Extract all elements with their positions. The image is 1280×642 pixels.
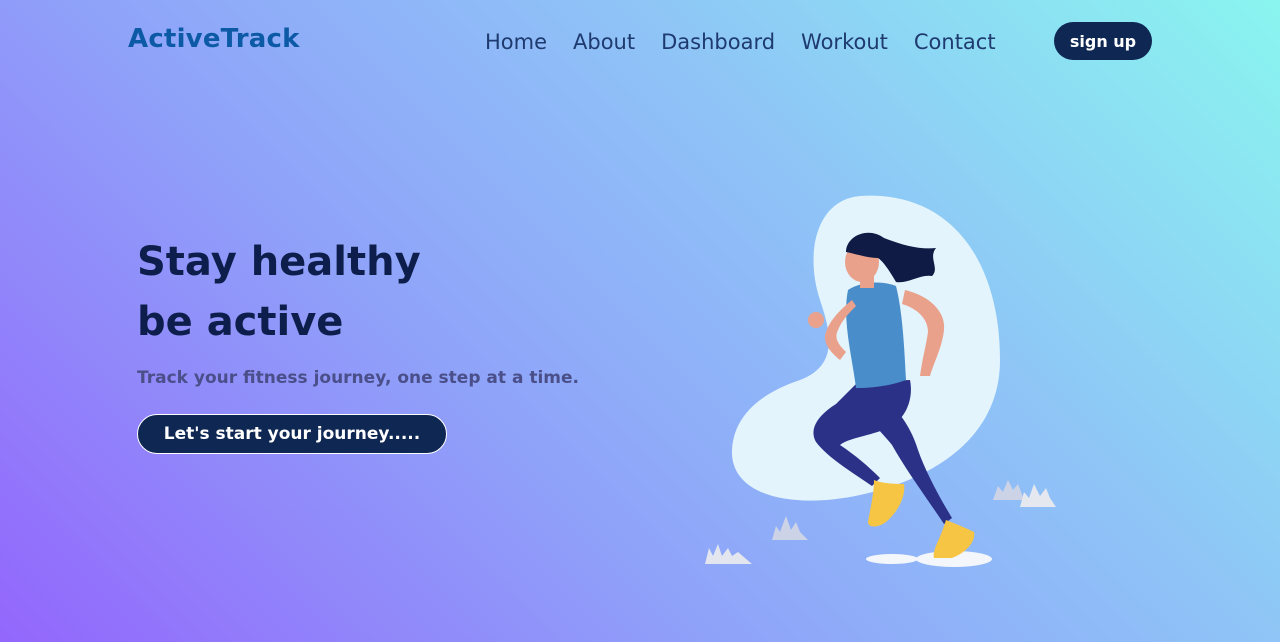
nav-links: Home About Dashboard Workout Contact [485, 30, 1022, 54]
grass-tuft-left [705, 544, 752, 564]
grass-tuft-right-back [993, 480, 1024, 500]
ground-shadow-1 [866, 554, 918, 564]
running-woman-illustration [705, 195, 1056, 567]
nav-link-contact[interactable]: Contact [914, 30, 996, 54]
start-journey-button[interactable]: Let's start your journey..... [137, 414, 447, 454]
grass-tuft-middle [772, 516, 808, 540]
nav-link-home[interactable]: Home [485, 30, 547, 54]
nav-link-about[interactable]: About [573, 30, 635, 54]
hero-title-line-1: Stay healthy [137, 239, 421, 285]
torso-tank-top [846, 282, 906, 388]
hero-subtitle: Track your fitness journey, one step at … [137, 368, 579, 388]
front-hand [808, 312, 824, 328]
nav-link-dashboard[interactable]: Dashboard [661, 30, 775, 54]
top-navigation: ActiveTrack Home About Dashboard Workout… [0, 0, 1280, 84]
hero-title: Stay healthy be active [137, 232, 421, 352]
signup-button[interactable]: sign up [1054, 22, 1152, 60]
grass-tuft-right [1020, 484, 1056, 507]
hero-title-line-2: be active [137, 299, 344, 345]
brand-logo[interactable]: ActiveTrack [128, 24, 300, 54]
nav-link-workout[interactable]: Workout [801, 30, 888, 54]
